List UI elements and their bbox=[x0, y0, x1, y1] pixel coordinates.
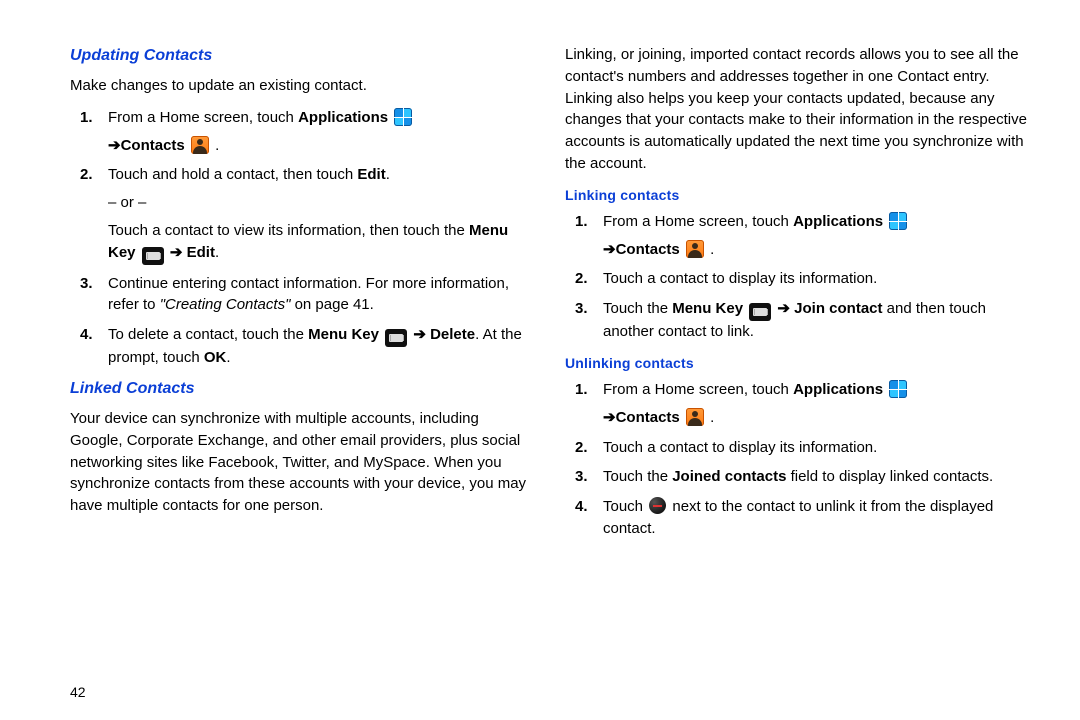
applications-icon bbox=[889, 380, 907, 398]
step-body: Touch the Menu Key ➔ Join contact and th… bbox=[603, 298, 1030, 343]
remove-icon bbox=[649, 497, 666, 514]
step-number: 2. bbox=[565, 268, 603, 290]
step-body: From a Home screen, touch Applications ➔… bbox=[603, 211, 1030, 261]
right-column: Linking, or joining, imported contact re… bbox=[565, 40, 1030, 620]
steps-unlinking: 1. From a Home screen, touch Application… bbox=[565, 379, 1030, 540]
contacts-icon bbox=[686, 408, 704, 426]
text-linking-intro: Linking, or joining, imported contact re… bbox=[565, 44, 1030, 175]
step-body: Touch next to the contact to unlink it f… bbox=[603, 496, 1030, 540]
manual-page: Updating Contacts Make changes to update… bbox=[0, 0, 1080, 640]
steps-linking: 1. From a Home screen, touch Application… bbox=[565, 211, 1030, 343]
step: 1. From a Home screen, touch Application… bbox=[565, 211, 1030, 261]
step-number: 2. bbox=[70, 164, 108, 264]
heading-unlinking-contacts: Unlinking contacts bbox=[565, 353, 1030, 373]
step-body: To delete a contact, touch the Menu Key … bbox=[108, 324, 535, 369]
steps-updating: 1. From a Home screen, touch Application… bbox=[70, 107, 535, 369]
step: 4. To delete a contact, touch the Menu K… bbox=[70, 324, 535, 369]
step: 3. Continue entering contact information… bbox=[70, 273, 535, 317]
step-number: 4. bbox=[565, 496, 603, 540]
step-body: Continue entering contact information. F… bbox=[108, 273, 535, 317]
step-body: From a Home screen, touch Applications ➔… bbox=[603, 379, 1030, 429]
step-body: Touch a contact to display its informati… bbox=[603, 268, 1030, 290]
heading-linked-contacts: Linked Contacts bbox=[70, 377, 535, 400]
step-number: 2. bbox=[565, 437, 603, 459]
step-body: From a Home screen, touch Applications ➔… bbox=[108, 107, 535, 157]
step-number: 4. bbox=[70, 324, 108, 369]
step: 2. Touch a contact to display its inform… bbox=[565, 437, 1030, 459]
step-body: Touch a contact to display its informati… bbox=[603, 437, 1030, 459]
menu-key-icon bbox=[749, 303, 771, 321]
applications-icon bbox=[394, 108, 412, 126]
menu-key-icon bbox=[142, 247, 164, 265]
text-linked-contacts: Your device can synchronize with multipl… bbox=[70, 408, 535, 517]
page-number: 42 bbox=[70, 684, 86, 700]
step: 3. Touch the Menu Key ➔ Join contact and… bbox=[565, 298, 1030, 343]
step-number: 3. bbox=[565, 466, 603, 488]
heading-linking-contacts: Linking contacts bbox=[565, 185, 1030, 205]
text-update-intro: Make changes to update an existing conta… bbox=[70, 75, 535, 97]
heading-updating-contacts: Updating Contacts bbox=[70, 44, 535, 67]
left-column: Updating Contacts Make changes to update… bbox=[70, 40, 535, 620]
step-body: Touch and hold a contact, then touch Edi… bbox=[108, 164, 535, 264]
menu-key-icon bbox=[385, 329, 407, 347]
applications-icon bbox=[889, 212, 907, 230]
step: 2. Touch a contact to display its inform… bbox=[565, 268, 1030, 290]
step: 3. Touch the Joined contacts field to di… bbox=[565, 466, 1030, 488]
step: 4. Touch next to the contact to unlink i… bbox=[565, 496, 1030, 540]
step-body: Touch the Joined contacts field to displ… bbox=[603, 466, 1030, 488]
contacts-icon bbox=[686, 240, 704, 258]
step-number: 1. bbox=[565, 379, 603, 429]
step-number: 1. bbox=[565, 211, 603, 261]
contacts-icon bbox=[191, 136, 209, 154]
step-number: 1. bbox=[70, 107, 108, 157]
step-number: 3. bbox=[565, 298, 603, 343]
step-number: 3. bbox=[70, 273, 108, 317]
step: 1. From a Home screen, touch Application… bbox=[565, 379, 1030, 429]
step: 2. Touch and hold a contact, then touch … bbox=[70, 164, 535, 264]
step: 1. From a Home screen, touch Application… bbox=[70, 107, 535, 157]
